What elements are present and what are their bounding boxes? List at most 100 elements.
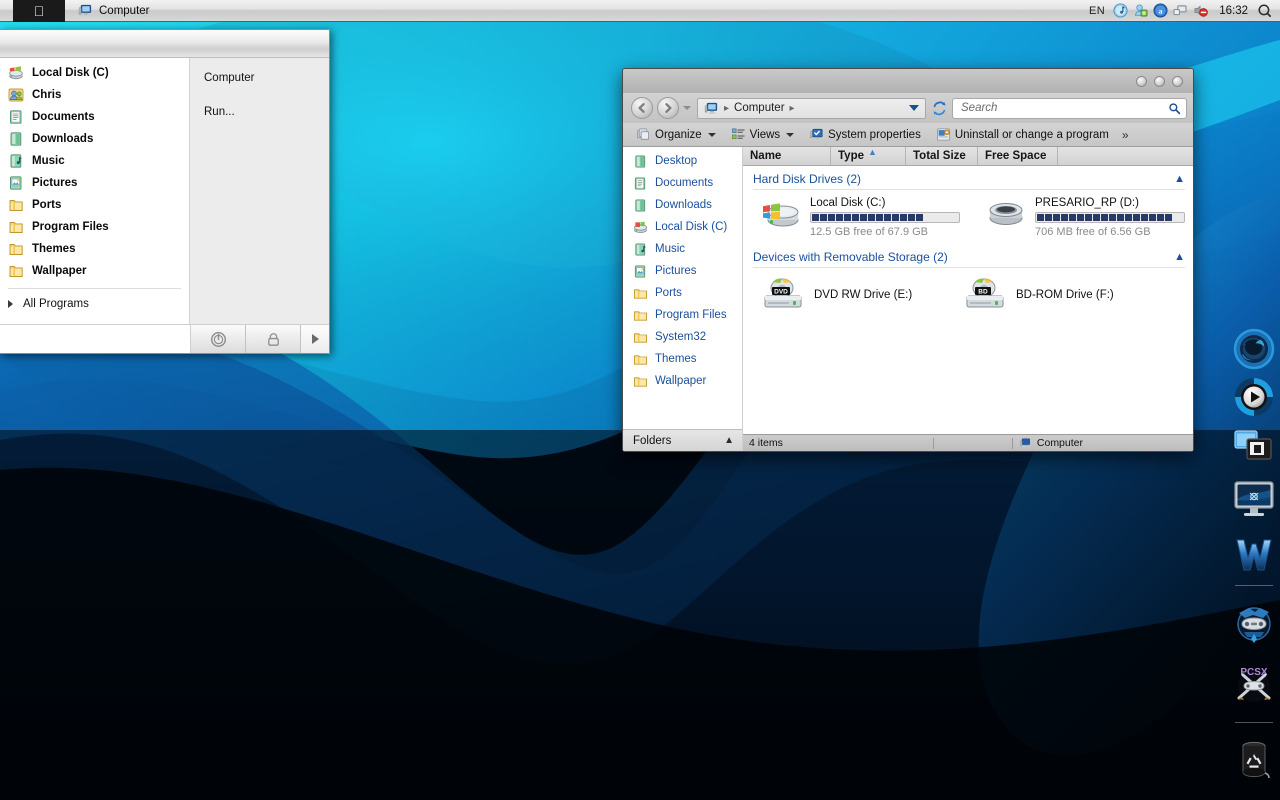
sidebar-item-program-files[interactable]: Program Files: [623, 304, 742, 326]
close-button[interactable]: [1172, 75, 1183, 87]
group-header-hard-disks[interactable]: Hard Disk Drives (2) ▲: [743, 170, 1193, 188]
firefox-icon[interactable]: [1231, 325, 1277, 373]
sidebar-item-themes[interactable]: Themes: [623, 348, 742, 370]
organize-button[interactable]: Organize: [631, 125, 721, 144]
explorer-titlebar[interactable]: [623, 69, 1193, 93]
start-link-run[interactable]: Run...: [204, 106, 329, 118]
start-item-program-files[interactable]: Program Files: [0, 216, 189, 238]
drive-item-presario-rp-d[interactable]: PRESARIO_RP (D:) 706 MB free of 6.56 GB: [968, 196, 1193, 238]
network-icon[interactable]: [1173, 3, 1188, 18]
language-indicator[interactable]: EN: [1089, 5, 1105, 17]
lock-button[interactable]: [246, 325, 301, 353]
organize-caret-icon[interactable]: [707, 132, 716, 137]
display-settings-icon[interactable]: [1231, 469, 1277, 531]
start-item-downloads[interactable]: Downloads: [0, 128, 189, 150]
explorer-navigation-bar: ▸ Computer ▸ Search: [623, 93, 1193, 123]
start-item-documents[interactable]: Documents: [0, 106, 189, 128]
file-list-area[interactable]: Hard Disk Drives (2) ▲ Local Disk (C:) 1…: [743, 166, 1193, 434]
computer-icon: [704, 102, 718, 114]
media-player-icon[interactable]: [1231, 373, 1277, 421]
refresh-icon[interactable]: [930, 101, 948, 116]
sidebar-item-local-disk-c[interactable]: Local Disk (C): [623, 216, 742, 238]
sidebar-item-ports[interactable]: Ports: [623, 282, 742, 304]
back-arrow-icon[interactable]: [631, 97, 653, 119]
drive-free-space: 706 MB free of 6.56 GB: [1035, 226, 1151, 238]
column-header-total-size[interactable]: Total Size: [906, 147, 978, 165]
recycle-bin-icon[interactable]: [1231, 729, 1277, 791]
column-header-free-space[interactable]: Free Space: [978, 147, 1058, 165]
drive-item-bd-rom-f[interactable]: BD BD-ROM Drive (F:): [945, 276, 1147, 314]
explorer-window[interactable]: ▸ Computer ▸ Search Organize Views Syste…: [622, 68, 1194, 452]
drive-item-local-disk-c[interactable]: Local Disk (C:) 12.5 GB free of 67.9 GB: [743, 196, 968, 238]
system-properties-button[interactable]: System properties: [804, 125, 926, 144]
power-button[interactable]: [191, 325, 246, 353]
sidebar-item-documents[interactable]: Documents: [623, 172, 742, 194]
msn-messenger-icon[interactable]: [1133, 3, 1148, 18]
winamp-w-icon[interactable]: [1231, 531, 1277, 579]
sidebar-label: Music: [655, 243, 686, 255]
sidebar-item-music[interactable]: Music: [623, 238, 742, 260]
apple-menu-button[interactable]: : [13, 0, 65, 22]
volume-muted-icon[interactable]: [1193, 3, 1209, 18]
start-menu-footer: [0, 324, 329, 353]
sidebar-item-pictures[interactable]: Pictures: [623, 260, 742, 282]
views-caret-icon[interactable]: [786, 132, 795, 137]
history-chevron-down-icon[interactable]: [683, 106, 691, 110]
chevron-up-icon[interactable]: ▲: [1174, 173, 1185, 185]
group-header-removable[interactable]: Devices with Removable Storage (2) ▲: [743, 248, 1193, 266]
search-box[interactable]: Search: [952, 97, 1187, 119]
pcsx-emulator-icon[interactable]: PCSX: [1231, 654, 1277, 716]
breadcrumb[interactable]: ▸ Computer ▸: [697, 97, 926, 119]
start-search-input[interactable]: [0, 325, 191, 353]
start-item-label: Themes: [32, 243, 76, 255]
spotlight-search-icon[interactable]: [1257, 3, 1272, 18]
forward-arrow-icon[interactable]: [657, 97, 679, 119]
start-item-music[interactable]: Music: [0, 150, 189, 172]
chevron-up-icon[interactable]: ▲: [1174, 251, 1185, 263]
start-item-pictures[interactable]: Pictures: [0, 172, 189, 194]
start-link-computer[interactable]: Computer: [204, 72, 329, 84]
views-button[interactable]: Views: [726, 125, 799, 144]
antivirus-icon[interactable]: a: [1153, 3, 1168, 18]
all-programs-button[interactable]: All Programs: [0, 293, 189, 315]
desktop-root: PCSX ▸ Computer ▸ Search Organize Views …: [0, 0, 1280, 800]
dock-group-games: PCSX: [1228, 592, 1280, 716]
desktop-folder-icon: [635, 154, 646, 168]
maximize-button[interactable]: [1154, 75, 1165, 87]
start-item-ports[interactable]: Ports: [0, 194, 189, 216]
taskbar-item-computer[interactable]: Computer: [78, 3, 150, 18]
drive-info: PRESARIO_RP (D:) 706 MB free of 6.56 GB: [1035, 196, 1185, 238]
sidebar-item-downloads[interactable]: Downloads: [623, 194, 742, 216]
sidebar-item-system32[interactable]: System32: [623, 326, 742, 348]
xbox-gaming-icon[interactable]: [1231, 592, 1277, 654]
breadcrumb-separator-end[interactable]: ▸: [790, 103, 795, 114]
column-header-name[interactable]: Name: [743, 147, 831, 165]
window-switcher-icon[interactable]: [1231, 421, 1277, 469]
breadcrumb-item-computer[interactable]: Computer: [734, 102, 785, 114]
toolbar-overflow-icon[interactable]: »: [1122, 128, 1129, 142]
explorer-main: Desktop Documents Downloads Local Disk (…: [623, 147, 1193, 451]
chevron-up-icon[interactable]: ▲: [724, 435, 734, 446]
start-item-local-disk-c[interactable]: Local Disk (C): [0, 62, 189, 84]
clock[interactable]: 16:32: [1219, 5, 1248, 17]
uninstall-program-button[interactable]: Uninstall or change a program: [931, 125, 1114, 144]
magnifier-icon[interactable]: [1168, 102, 1181, 115]
column-header-type[interactable]: Type ▲: [831, 147, 906, 165]
dropdown-caret-icon[interactable]: [909, 105, 919, 111]
sidebar-item-desktop[interactable]: Desktop: [623, 150, 742, 172]
sidebar-item-wallpaper[interactable]: Wallpaper: [623, 370, 742, 392]
minimize-button[interactable]: [1136, 75, 1147, 87]
folder-icon: [633, 288, 648, 299]
drive-item-dvd-rw-e[interactable]: DVD DVD RW Drive (E:): [743, 276, 945, 314]
search-input[interactable]: Search: [961, 102, 1168, 114]
hard-disk-icon: [989, 203, 1023, 225]
start-menu[interactable]: Local Disk (C) Chris Documents Downloads…: [0, 29, 330, 354]
start-item-themes[interactable]: Themes: [0, 238, 189, 260]
svg-text:a: a: [1159, 7, 1163, 16]
folders-pane-toggle[interactable]: Folders ▲: [623, 429, 742, 451]
start-menu-more-button[interactable]: [301, 325, 329, 353]
start-item-chris[interactable]: Chris: [0, 84, 189, 106]
dvd-badge-label: DVD: [774, 289, 788, 296]
start-item-wallpaper[interactable]: Wallpaper: [0, 260, 189, 282]
itunes-icon[interactable]: [1113, 3, 1128, 18]
